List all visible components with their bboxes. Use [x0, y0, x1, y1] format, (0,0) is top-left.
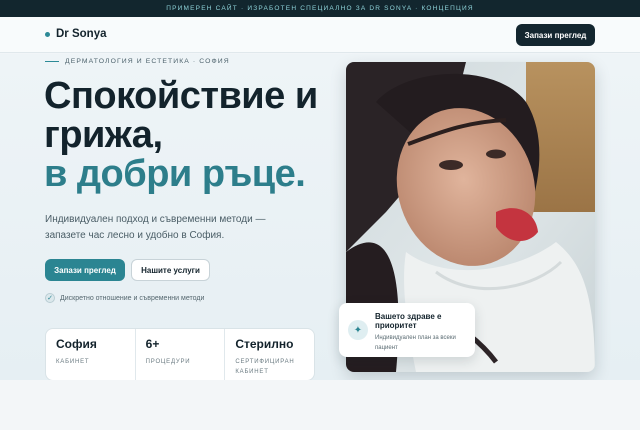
priority-card: ✦ Вашето здраве е приоритет Индивидуален… — [339, 303, 475, 357]
trust-note: ✓ Дискретно отношение и съвременни метод… — [45, 293, 204, 303]
stat-location: София Кабинет — [46, 329, 136, 380]
headline-accent: в добри ръце. — [44, 153, 306, 195]
stats-panel: София Кабинет 6+ Процедури Стерилно Серт… — [45, 328, 315, 381]
stat-value: Стерилно — [235, 337, 294, 351]
announcement-text: Примерен сайт · изработен специално за D… — [166, 5, 474, 12]
trust-note-text: Дискретно отношение и съвременни методи — [60, 294, 205, 302]
eyebrow-line-icon — [45, 61, 59, 62]
announcement-bar: Примерен сайт · изработен специално за D… — [0, 0, 640, 17]
hero-book-button[interactable]: Запази преглед — [45, 259, 125, 281]
hero-lead: Индивидуален подход и съвременни методи … — [45, 214, 266, 241]
sparkle-icon: ✦ — [348, 320, 368, 340]
headline-line-1: Спокойствие и — [44, 75, 318, 117]
stat-label: Кабинет — [56, 359, 90, 365]
stat-procedures: 6+ Процедури — [136, 329, 226, 380]
brand-name: Dr Sonya — [56, 28, 107, 40]
check-icon: ✓ — [45, 293, 55, 303]
services-button[interactable]: Нашите услуги — [131, 259, 210, 281]
header: Dr Sonya Запази преглед — [0, 17, 640, 53]
headline-line-2: грижа, — [44, 114, 163, 156]
logo-dot-icon — [45, 31, 50, 37]
card-title: Вашето здраве е приоритет — [375, 312, 442, 330]
stat-label: Процедури — [145, 359, 191, 365]
hero-headline: Спокойствие и грижа, в добри ръце. — [44, 77, 334, 194]
brand-logo[interactable]: Dr Sonya — [45, 28, 107, 40]
stat-sterile: Стерилно Сертифициран кабинет — [225, 329, 314, 380]
stat-value: София — [56, 337, 97, 351]
card-subtitle: Индивидуален план за всеки пациент — [375, 335, 456, 351]
stat-value: 6+ — [145, 337, 160, 351]
eyebrow-text: Дерматология и естетика · София — [65, 58, 230, 65]
page-footer-area — [0, 380, 640, 430]
hero-eyebrow: Дерматология и естетика · София — [45, 58, 230, 65]
book-appointment-button[interactable]: Запази преглед — [516, 24, 595, 46]
stat-label: Сертифициран кабинет — [235, 359, 295, 375]
